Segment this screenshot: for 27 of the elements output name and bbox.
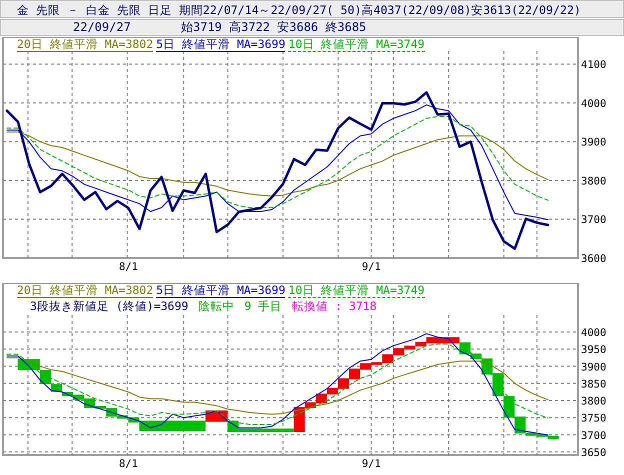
axis-label: 8/1 [118,458,138,470]
axis-label: 9/1 [362,261,381,271]
axis-label: 9/1 [362,458,381,470]
axis-label: 3850 [581,378,606,390]
axis-label: 4000 [581,327,606,339]
axis-label: 3950 [581,344,606,356]
axis-label: 3900 [581,136,606,149]
chart-title: 金 先限 － 白金 先限 日足 期間22/07/14～22/09/27( 50)高4037(22/09/08)安3613(22/09/22) [0,0,624,18]
ohlc-label: 始3719 高3722 安3686 終3685 [181,20,366,35]
status-label: 陰転中 [198,299,234,313]
axis-label: 4100 [581,59,606,72]
date-label: 22/09/27 [73,20,132,35]
axis-label: 3600 [581,253,606,265]
axis-label: 8/1 [118,261,138,271]
axis-label: 3650 [581,446,606,459]
axis-label: 3750 [581,412,606,425]
status-label: 9 手目 [244,299,282,313]
axis-label: 3800 [581,175,606,188]
status-label: 3段抜き新値足 (終値)=3699 [30,299,188,313]
axis-label: 3900 [581,361,606,374]
axis-label: 4000 [581,98,606,110]
status-label: 転換値 : 3718 [292,299,377,313]
falling-brick [492,373,504,396]
axis-label: 3700 [581,214,606,226]
falling-brick [504,396,515,418]
axis-label: 3800 [581,396,606,408]
axis-label: 3700 [581,430,606,442]
